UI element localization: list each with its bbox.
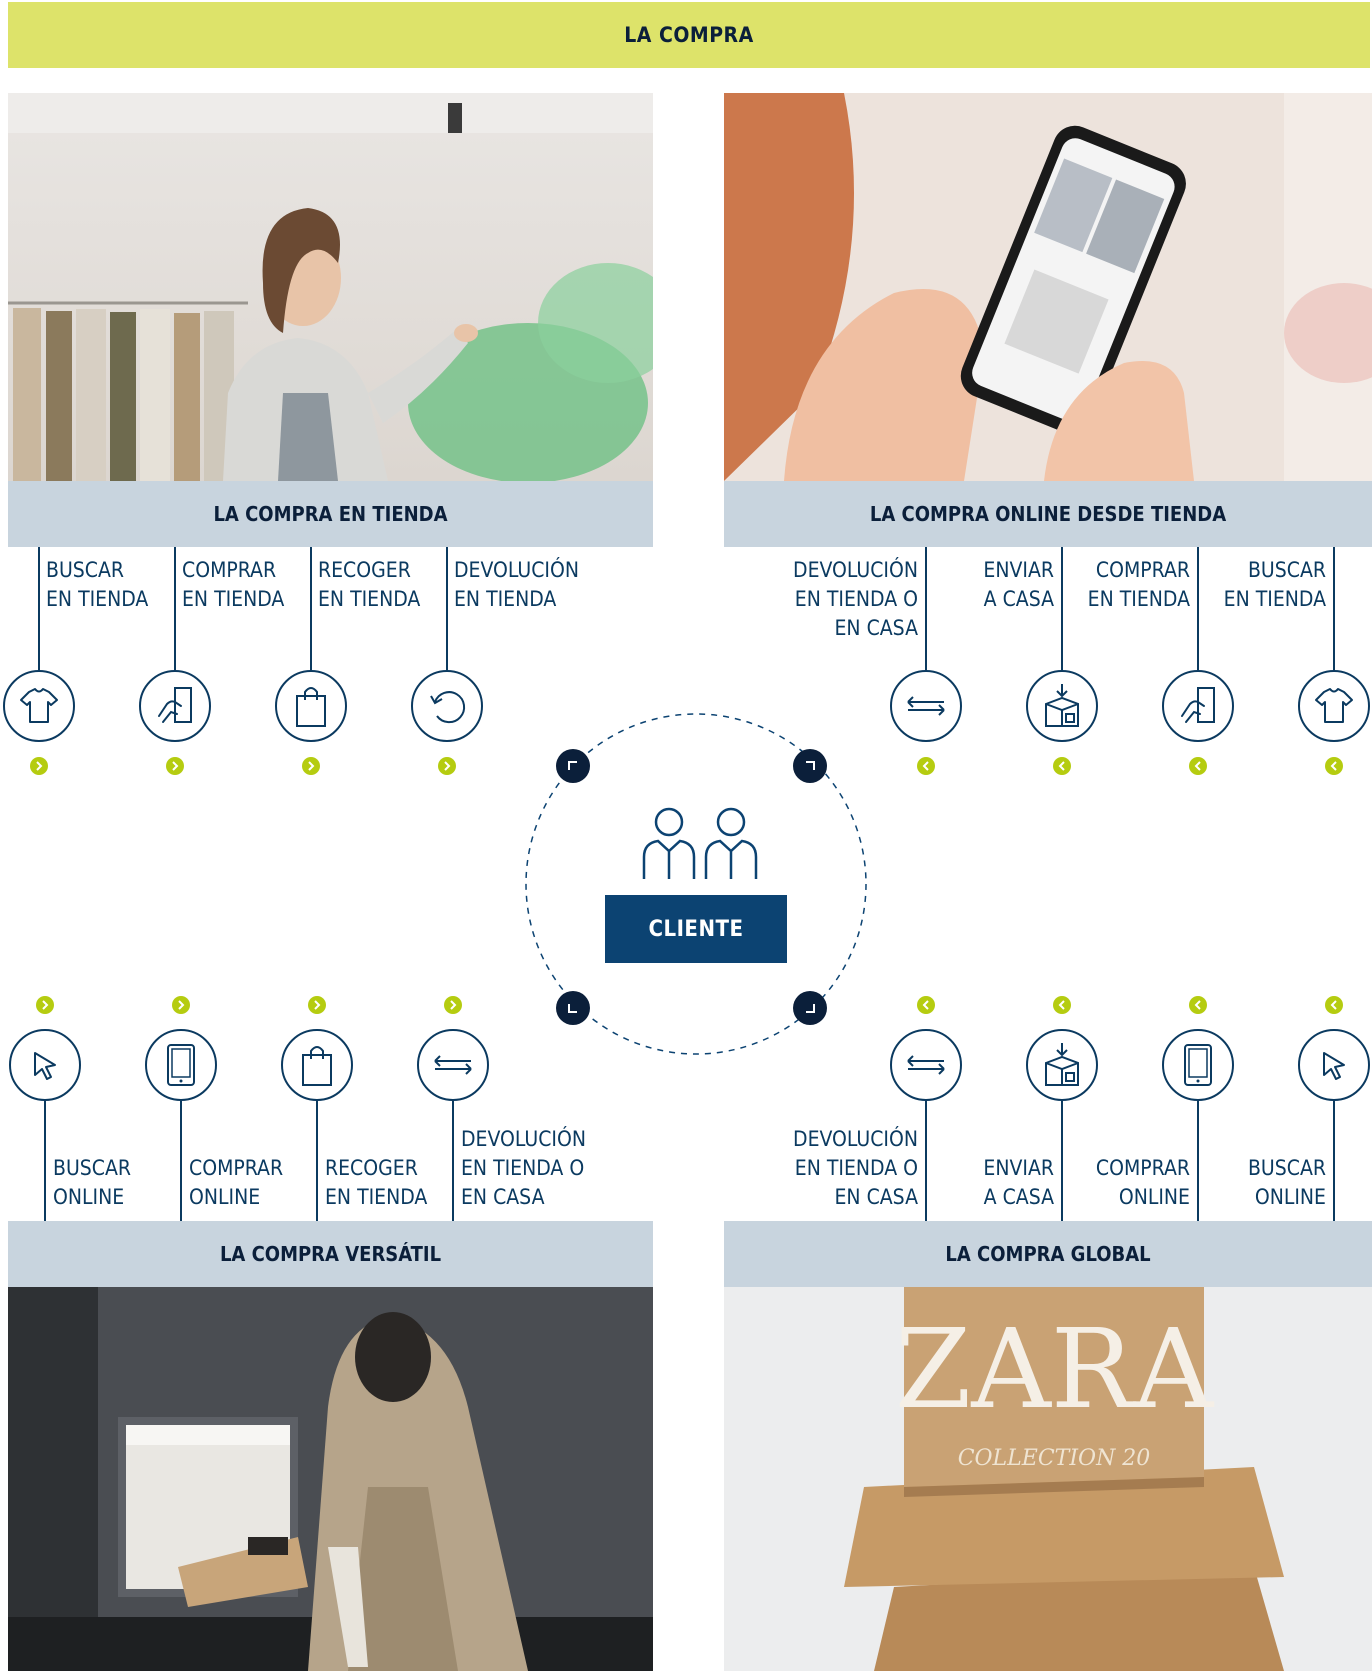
connector-line [1061,547,1063,670]
chevron-left-icon [1325,757,1343,775]
hand-card-icon [139,670,211,742]
header-banner: LA COMPRA [8,2,1370,68]
chevron-right-icon [438,757,456,775]
step-label: ENVIAR A CASA [983,1156,1054,1209]
chevron-left-icon [1053,757,1071,775]
tablet-icon [1162,1029,1234,1101]
chevron-left-icon [917,757,935,775]
cliente-text: CLIENTE [648,916,744,942]
step-label: DEVOLUCIÓN EN TIENDA [454,558,579,611]
corner-marker-icon [556,991,590,1025]
cursor-icon [1298,1029,1370,1101]
chevron-right-icon [308,996,326,1014]
step-label: RECOGER EN TIENDA [325,1156,428,1209]
quadrant-title: LA COMPRA VERSÁTIL [219,1242,442,1266]
quadrant-title-bar: LA COMPRA EN TIENDA [8,481,653,547]
connector-line [925,547,927,670]
tablet-icon [145,1029,217,1101]
chevron-left-icon [1189,996,1207,1014]
page-title: LA COMPRA [624,23,754,47]
connector-line [316,1101,318,1221]
shopping-bag-icon [275,670,347,742]
hand-card-icon [1162,670,1234,742]
connector-line [180,1101,182,1221]
chevron-left-icon [1053,996,1071,1014]
photo-pickup-locker [8,1287,653,1671]
delivery-box-icon [1026,670,1098,742]
step-label: BUSCAR EN TIENDA [1223,558,1326,611]
quadrant-title: LA COMPRA EN TIENDA [213,502,448,526]
chevron-left-icon [1189,757,1207,775]
return-arrow-icon [411,670,483,742]
quadrant-title-bar: LA COMPRA VERSÁTIL [8,1221,653,1287]
chevron-right-icon [30,757,48,775]
chevron-right-icon [172,996,190,1014]
connector-line [452,1101,454,1221]
box-logo-text: ZARA [895,1305,1215,1433]
step-label: DEVOLUCIÓN EN TIENDA O EN CASA [793,558,918,640]
step-label: COMPRAR ONLINE [1095,1156,1190,1209]
connector-line [310,547,312,670]
quadrant-title-bar: LA COMPRA ONLINE DESDE TIENDA [724,481,1372,547]
connector-line [1197,1101,1199,1221]
photo-shipping-boxes: ZARA COLLECTION 20 [724,1287,1372,1671]
connector-line [446,547,448,670]
chevron-right-icon [444,996,462,1014]
chevron-right-icon [166,757,184,775]
people-icon [642,807,758,879]
step-label: COMPRAR EN TIENDA [182,558,285,611]
chevron-left-icon [1325,996,1343,1014]
step-label: BUSCAR ONLINE [1247,1156,1326,1209]
connector-line [38,547,40,670]
step-label: COMPRAR ONLINE [189,1156,284,1209]
photo-smartphone-shopping [724,93,1372,481]
quadrant-title-bar: LA COMPRA GLOBAL [724,1221,1372,1287]
connector-line [1333,1101,1335,1221]
chevron-left-icon [917,996,935,1014]
photo-store-shopper [8,93,653,481]
shopping-bag-icon [281,1029,353,1101]
connector-line [1061,1101,1063,1221]
connector-line [1333,547,1335,670]
exchange-arrows-icon [417,1029,489,1101]
exchange-arrows-icon [890,670,962,742]
tshirt-icon [1298,670,1370,742]
cursor-icon [9,1029,81,1101]
corner-marker-icon [793,749,827,783]
quadrant-title: LA COMPRA ONLINE DESDE TIENDA [869,502,1227,526]
cliente-label: CLIENTE [605,895,787,963]
connector-line [925,1101,927,1221]
step-label: DEVOLUCIÓN EN TIENDA O EN CASA [461,1127,586,1209]
corner-marker-icon [793,991,827,1025]
tshirt-icon [3,670,75,742]
connector-line [174,547,176,670]
box-caption-text: COLLECTION 20 [958,1446,1151,1471]
connector-line [44,1101,46,1221]
exchange-arrows-icon [890,1029,962,1101]
quadrant-title: LA COMPRA GLOBAL [945,1242,1151,1266]
chevron-right-icon [302,757,320,775]
step-label: RECOGER EN TIENDA [318,558,421,611]
step-label: DEVOLUCIÓN EN TIENDA O EN CASA [793,1127,918,1209]
delivery-box-icon [1026,1029,1098,1101]
step-label: BUSCAR EN TIENDA [46,558,149,611]
corner-marker-icon [556,749,590,783]
step-label: BUSCAR ONLINE [53,1156,132,1209]
step-label: COMPRAR EN TIENDA [1087,558,1190,611]
connector-line [1197,547,1199,670]
step-label: ENVIAR A CASA [983,558,1054,611]
chevron-right-icon [36,996,54,1014]
